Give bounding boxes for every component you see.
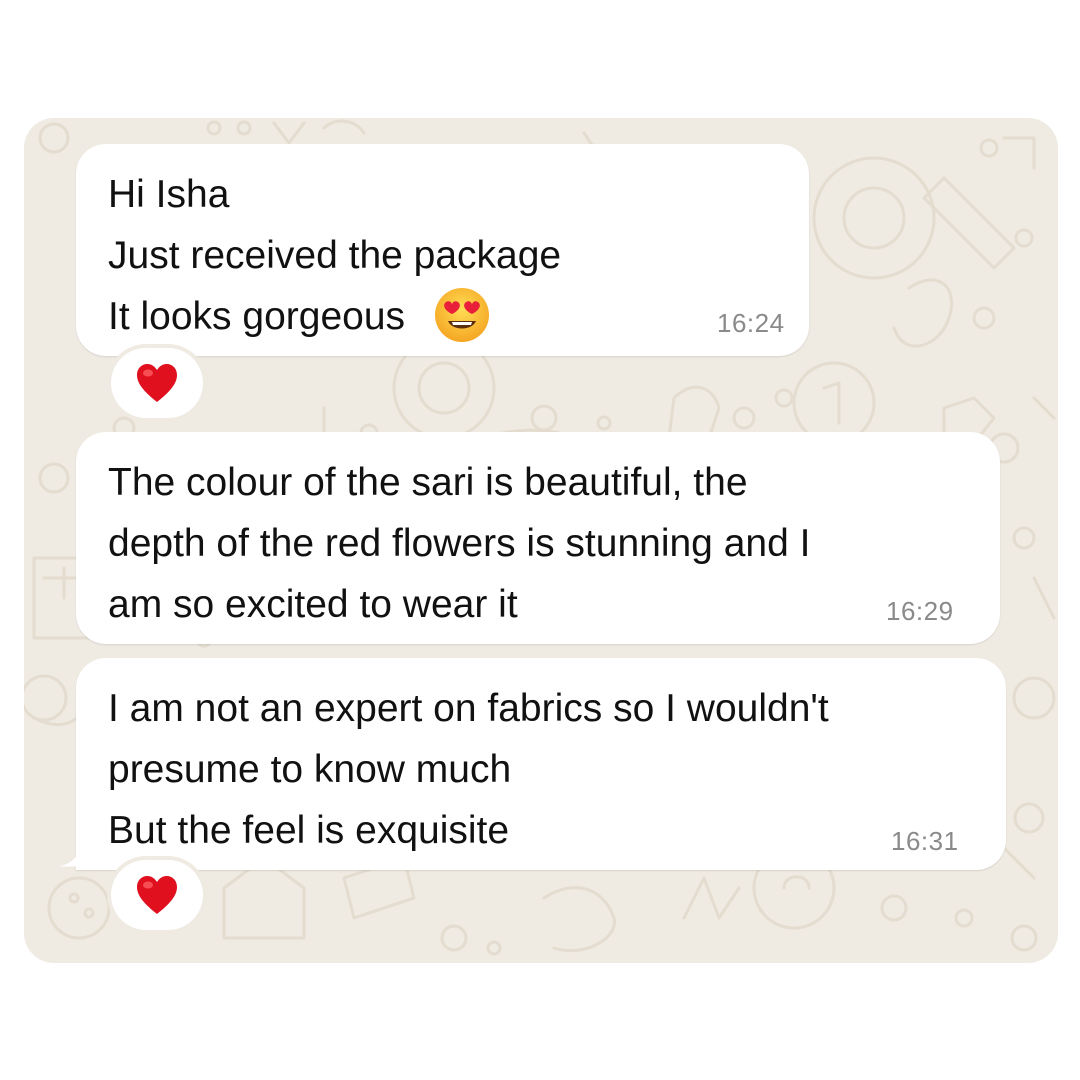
- message-timestamp-1: 16:24: [717, 308, 785, 338]
- message-text-3: I am not an expert on fabrics so I would…: [108, 678, 829, 861]
- chat-panel: Hi Isha Just received the package It looks…: [24, 118, 1058, 963]
- message-bubble-1[interactable]: Hi Isha Just received the package It looks…: [76, 144, 809, 356]
- message-line: But the feel is exquisite: [108, 809, 510, 852]
- message-text-1: Hi Isha Just received the package It looks…: [108, 164, 561, 347]
- reaction-badge-1[interactable]: [111, 348, 203, 418]
- bubble-tail: [58, 844, 84, 867]
- message-line: I am not an expert on fabrics so I would…: [108, 687, 829, 730]
- message-line: The colour of the sari is beautiful, the: [108, 461, 748, 504]
- message-line: am so excited to wear it: [108, 583, 518, 626]
- message-line: depth of the red flowers is stunning and…: [108, 522, 811, 565]
- heart-eyes-emoji-icon: [434, 288, 489, 342]
- message-line: Hi Isha: [108, 173, 230, 216]
- message-bubble-2[interactable]: The colour of the sari is beautiful, the…: [76, 432, 1000, 644]
- red-heart-icon: [137, 364, 177, 402]
- message-line-text: It looks gorgeous: [108, 295, 416, 338]
- message-timestamp-2: 16:29: [886, 596, 954, 626]
- message-timestamp-3: 16:31: [891, 826, 959, 856]
- message-text-2: The colour of the sari is beautiful, the…: [108, 452, 810, 635]
- reaction-badge-3[interactable]: [111, 860, 203, 930]
- message-bubble-3[interactable]: I am not an expert on fabrics so I would…: [76, 658, 1006, 870]
- red-heart-icon: [137, 876, 177, 914]
- message-line: It looks gorgeous: [108, 286, 561, 347]
- message-line-text: Just received the package: [108, 234, 562, 277]
- message-line: Just received the package: [108, 225, 561, 286]
- message-line: presume to know much: [108, 748, 512, 791]
